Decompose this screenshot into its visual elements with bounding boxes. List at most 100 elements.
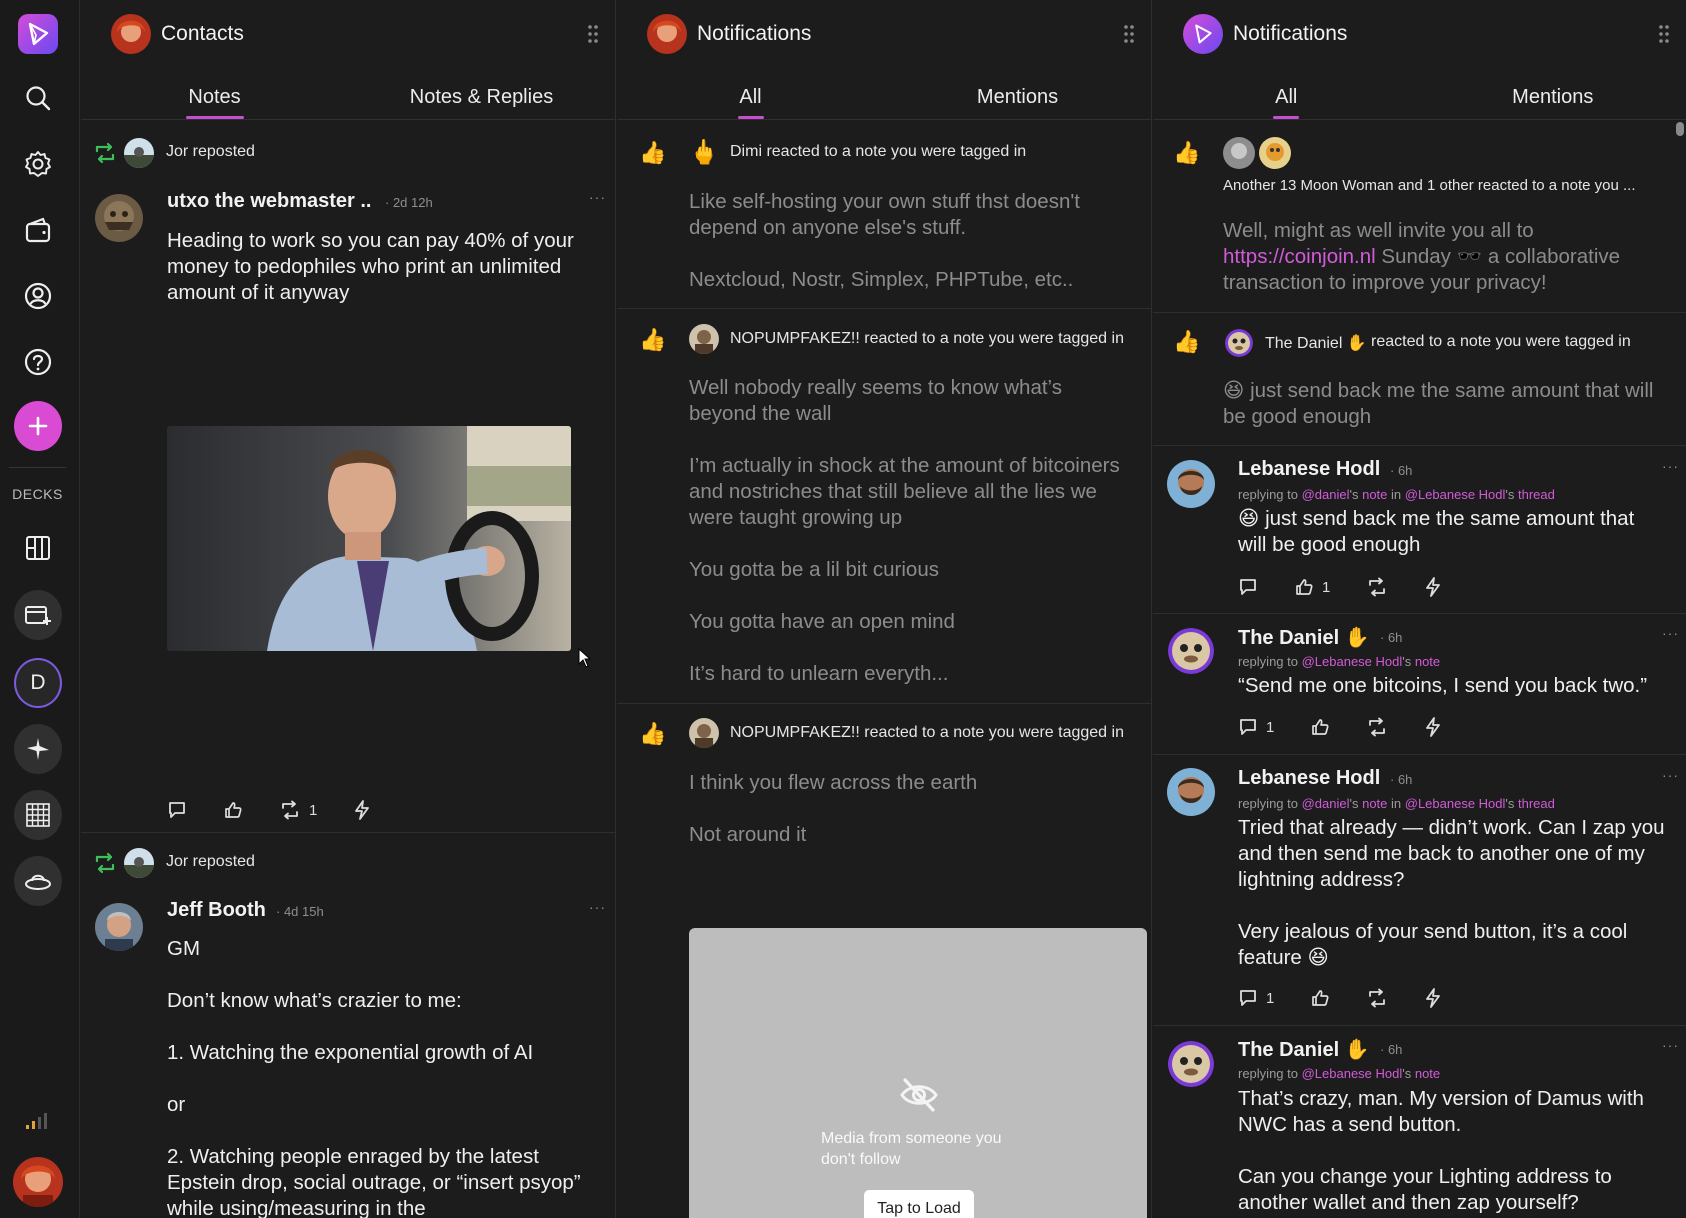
account-avatar[interactable] — [13, 1157, 63, 1207]
reposter-avatar[interactable] — [124, 138, 154, 168]
reactor-avatar[interactable] — [1225, 329, 1253, 357]
reactor-avatar[interactable] — [689, 718, 719, 748]
more-options-icon[interactable]: ··· — [1662, 1037, 1679, 1053]
compose-button[interactable] — [14, 401, 62, 451]
reactor-name[interactable]: The Daniel ✋ — [1265, 333, 1367, 353]
notification-note[interactable]: Well nobody really seems to know what’s … — [689, 375, 1129, 687]
author-name[interactable]: Lebanese Hodl — [1238, 767, 1380, 790]
plus-icon — [28, 416, 48, 436]
more-options-icon[interactable]: ··· — [589, 189, 606, 205]
repost-button[interactable]: 1 — [279, 800, 317, 820]
settings-gear-icon[interactable] — [14, 140, 62, 188]
author-avatar[interactable] — [1167, 768, 1215, 816]
post-body: “Send me one bitcoins, I send you back t… — [1238, 674, 1648, 697]
reactor-avatar[interactable] — [1223, 137, 1255, 169]
more-options-icon[interactable]: ··· — [1662, 625, 1679, 641]
note-link[interactable]: note — [1415, 654, 1440, 669]
profile-icon[interactable] — [14, 272, 62, 320]
reactor-avatar[interactable] — [689, 324, 719, 354]
mention-link[interactable]: @daniel — [1302, 487, 1350, 502]
scrollbar-thumb[interactable] — [1676, 122, 1684, 136]
post-body: That’s crazy, man. My version of Damus w… — [1238, 1086, 1668, 1216]
repost-button[interactable] — [1366, 577, 1388, 597]
reply-button[interactable] — [1238, 577, 1258, 597]
like-reaction-icon: 👍 — [1173, 140, 1201, 165]
more-options-icon[interactable]: ··· — [589, 899, 606, 915]
tap-to-load-button[interactable]: Tap to Load — [864, 1190, 974, 1218]
author-name[interactable]: The Daniel ✋ — [1238, 625, 1370, 650]
mention-link[interactable]: @Lebanese Hodl — [1405, 487, 1506, 502]
post-image[interactable] — [167, 426, 571, 651]
mention-link[interactable]: @Lebanese Hodl — [1302, 1066, 1403, 1081]
deck-airplane-button[interactable] — [14, 724, 62, 774]
like-button[interactable] — [1310, 717, 1330, 737]
deck-ufo-button[interactable] — [14, 856, 62, 906]
note-text: Well, might as well invite you all to — [1223, 219, 1534, 242]
author-avatar[interactable] — [1168, 1041, 1214, 1087]
airplane-icon — [27, 738, 49, 760]
notification-note[interactable]: I think you flew across the earth Not ar… — [689, 770, 1129, 848]
note-link[interactable]: https://coinjoin.nl — [1223, 245, 1376, 268]
author-avatar[interactable] — [95, 903, 143, 951]
notification-note[interactable]: Well, might as well invite you all to ht… — [1223, 218, 1663, 296]
tab-notes-replies[interactable]: Notes & Replies — [348, 78, 615, 119]
like-button[interactable]: 1 — [1294, 577, 1330, 597]
reactor-avatar[interactable] — [1259, 137, 1291, 169]
tab-mentions[interactable]: Mentions — [1420, 78, 1686, 119]
author-name[interactable]: utxo the webmaster .. — [167, 190, 372, 213]
author-avatar[interactable] — [1167, 460, 1215, 508]
repost-button[interactable] — [1366, 988, 1388, 1008]
deck-d-button[interactable]: D — [14, 658, 62, 708]
reposter-avatar[interactable] — [124, 848, 154, 878]
drag-handle-icon[interactable] — [1123, 24, 1135, 44]
author-avatar[interactable] — [95, 194, 143, 242]
deck-grid-button[interactable] — [14, 790, 62, 840]
repost-icon — [95, 852, 115, 874]
note-link[interactable]: note — [1362, 487, 1387, 502]
mention-link[interactable]: @Lebanese Hodl — [1302, 654, 1403, 669]
reply-button[interactable]: 1 — [1238, 717, 1274, 737]
reactor-avatar[interactable]: 🖕 — [689, 138, 719, 167]
reply-button[interactable] — [167, 800, 187, 820]
help-icon[interactable] — [14, 338, 62, 386]
like-icon — [1296, 579, 1313, 595]
note-paragraph: Not around it — [689, 823, 807, 846]
tab-all[interactable]: All — [617, 78, 884, 119]
mention-link[interactable]: @daniel — [1302, 796, 1350, 811]
more-options-icon[interactable]: ··· — [1662, 767, 1679, 783]
tab-all[interactable]: All — [1153, 78, 1420, 119]
thread-link[interactable]: thread — [1518, 487, 1555, 502]
zap-button[interactable] — [353, 800, 371, 820]
note-paragraph: Like self-hosting your own stuff thst do… — [689, 190, 1080, 239]
thread-link[interactable]: thread — [1518, 796, 1555, 811]
zap-button[interactable] — [1424, 988, 1442, 1008]
deck-columns-icon[interactable] — [14, 524, 62, 572]
zap-button[interactable] — [1424, 577, 1442, 597]
zap-button[interactable] — [1424, 717, 1442, 737]
tab-notes[interactable]: Notes — [81, 78, 348, 119]
mention-link[interactable]: @Lebanese Hodl — [1405, 796, 1506, 811]
notification-note[interactable]: Like self-hosting your own stuff thst do… — [689, 189, 1129, 293]
mouse-cursor-icon — [578, 648, 592, 668]
like-button[interactable] — [1310, 988, 1330, 1008]
author-name[interactable]: The Daniel ✋ — [1238, 1037, 1370, 1062]
wallet-icon[interactable] — [14, 206, 62, 254]
drag-handle-icon[interactable] — [587, 24, 599, 44]
tab-mentions[interactable]: Mentions — [884, 78, 1151, 119]
author-avatar[interactable] — [1168, 628, 1214, 674]
reply-button[interactable]: 1 — [1238, 988, 1274, 1008]
drag-handle-icon[interactable] — [1658, 24, 1670, 44]
add-deck-button[interactable] — [14, 590, 62, 640]
more-options-icon[interactable]: ··· — [1662, 458, 1679, 474]
notification-note[interactable]: 😆 just send back me the same amount that… — [1223, 378, 1663, 430]
repost-button[interactable] — [1366, 717, 1388, 737]
post-line: 1. Watching the exponential growth of AI — [167, 1041, 534, 1064]
author-name[interactable]: Lebanese Hodl — [1238, 458, 1380, 481]
app-logo[interactable] — [14, 10, 62, 58]
search-icon[interactable] — [14, 74, 62, 122]
post-time: · 6h — [1380, 1042, 1403, 1057]
note-link[interactable]: note — [1362, 796, 1387, 811]
note-link[interactable]: note — [1415, 1066, 1440, 1081]
author-name[interactable]: Jeff Booth — [167, 899, 266, 922]
like-button[interactable] — [223, 800, 243, 820]
